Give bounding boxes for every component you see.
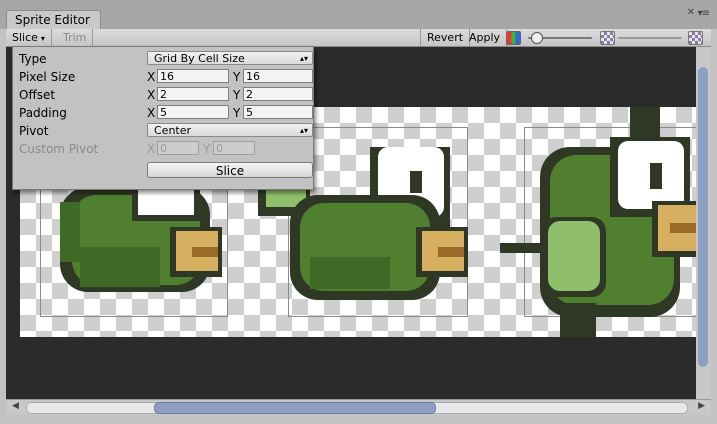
horizontal-scrollbar-thumb[interactable] — [154, 402, 436, 414]
type-dropdown[interactable]: Grid By Cell Size ▴▾ — [147, 51, 313, 65]
slice-button-row: Slice — [19, 162, 313, 178]
sprite-editor-window: Sprite Editor ✕ ▾≡ Slice ▾ Trim Revert Ap… — [0, 0, 717, 424]
dropdown-arrows-icon: ▴▾ — [299, 54, 308, 63]
sprite-frame-1 — [60, 187, 222, 292]
window-tab[interactable]: Sprite Editor — [6, 10, 101, 30]
custom-pivot-label: Custom Pivot — [19, 142, 99, 156]
sprite-frame-3 — [500, 107, 696, 337]
vertical-scrollbar[interactable] — [696, 47, 711, 399]
close-icon[interactable]: ✕ — [687, 7, 695, 18]
padding-y-field[interactable]: 5 — [243, 105, 313, 119]
offset-y-field[interactable]: 2 — [243, 87, 313, 101]
mip-checker-icon[interactable] — [688, 31, 703, 45]
dropdown-arrows-icon: ▴▾ — [299, 126, 308, 135]
scroll-left-icon[interactable]: ◀ — [12, 401, 19, 411]
pixel-size-y-label: Y — [233, 70, 241, 84]
toolbar: Slice ▾ Trim Revert Apply — [6, 29, 711, 47]
pixel-size-y-field[interactable]: 16 — [243, 69, 313, 83]
alpha-checker-icon[interactable] — [600, 31, 615, 45]
custom-pivot-y-label: Y — [203, 142, 211, 156]
pivot-label: Pivot — [19, 124, 49, 138]
pixel-size-x-label: X — [147, 70, 156, 84]
slice-menu-label: Slice — [12, 31, 38, 44]
mip-slider[interactable] — [618, 37, 682, 39]
slice-button[interactable]: Slice — [147, 162, 313, 178]
window-title: Sprite Editor — [15, 13, 90, 27]
custom-pivot-x-label: X — [147, 142, 156, 156]
apply-label: Apply — [469, 31, 501, 44]
zoom-slider-knob[interactable] — [530, 32, 543, 44]
scroll-right-icon[interactable]: ▶ — [698, 401, 705, 411]
offset-label: Offset — [19, 88, 56, 102]
custom-pivot-row: Custom Pivot X 0 Y 0 — [19, 141, 309, 157]
pixel-size-label: Pixel Size — [19, 70, 76, 84]
padding-y-label: Y — [233, 106, 241, 120]
offset-row: Offset X 2 Y 2 — [19, 87, 313, 103]
title-bar: Sprite Editor ✕ ▾≡ — [0, 0, 717, 30]
padding-row: Padding X 5 Y 5 — [19, 105, 313, 121]
type-dropdown-value: Grid By Cell Size — [154, 52, 245, 65]
offset-y-label: Y — [233, 88, 241, 102]
pivot-row: Pivot Center ▴▾ — [19, 123, 313, 139]
padding-x-label: X — [147, 106, 156, 120]
custom-pivot-y-field[interactable]: 0 — [213, 141, 255, 155]
pixel-size-row: Pixel Size X 16 Y 16 — [19, 69, 313, 85]
slice-panel: Type Grid By Cell Size ▴▾ Pixel Size X 1… — [12, 46, 314, 190]
padding-x-field[interactable]: 5 — [157, 105, 229, 119]
pivot-dropdown-value: Center — [154, 124, 192, 137]
window-menu-icon[interactable]: ▾≡ — [698, 8, 710, 19]
rgb-channels-icon[interactable] — [506, 31, 521, 45]
slice-menu-button[interactable]: Slice ▾ — [6, 29, 52, 46]
offset-x-field[interactable]: 2 — [157, 87, 229, 101]
type-label: Type — [19, 52, 47, 66]
type-row: Type Grid By Cell Size ▴▾ — [19, 51, 313, 67]
offset-x-label: X — [147, 88, 156, 102]
chevron-down-icon: ▾ — [40, 34, 45, 43]
revert-label: Revert — [427, 31, 464, 44]
padding-label: Padding — [19, 106, 67, 120]
vertical-scrollbar-thumb[interactable] — [698, 67, 708, 367]
trim-button[interactable]: Trim — [57, 29, 94, 46]
custom-pivot-x-field[interactable]: 0 — [157, 141, 199, 155]
trim-label: Trim — [63, 31, 87, 44]
horizontal-scrollbar[interactable]: ◀ ▶ — [6, 399, 711, 415]
apply-button[interactable]: Apply — [463, 29, 508, 46]
pivot-dropdown[interactable]: Center ▴▾ — [147, 123, 313, 137]
pixel-size-x-field[interactable]: 16 — [157, 69, 229, 83]
